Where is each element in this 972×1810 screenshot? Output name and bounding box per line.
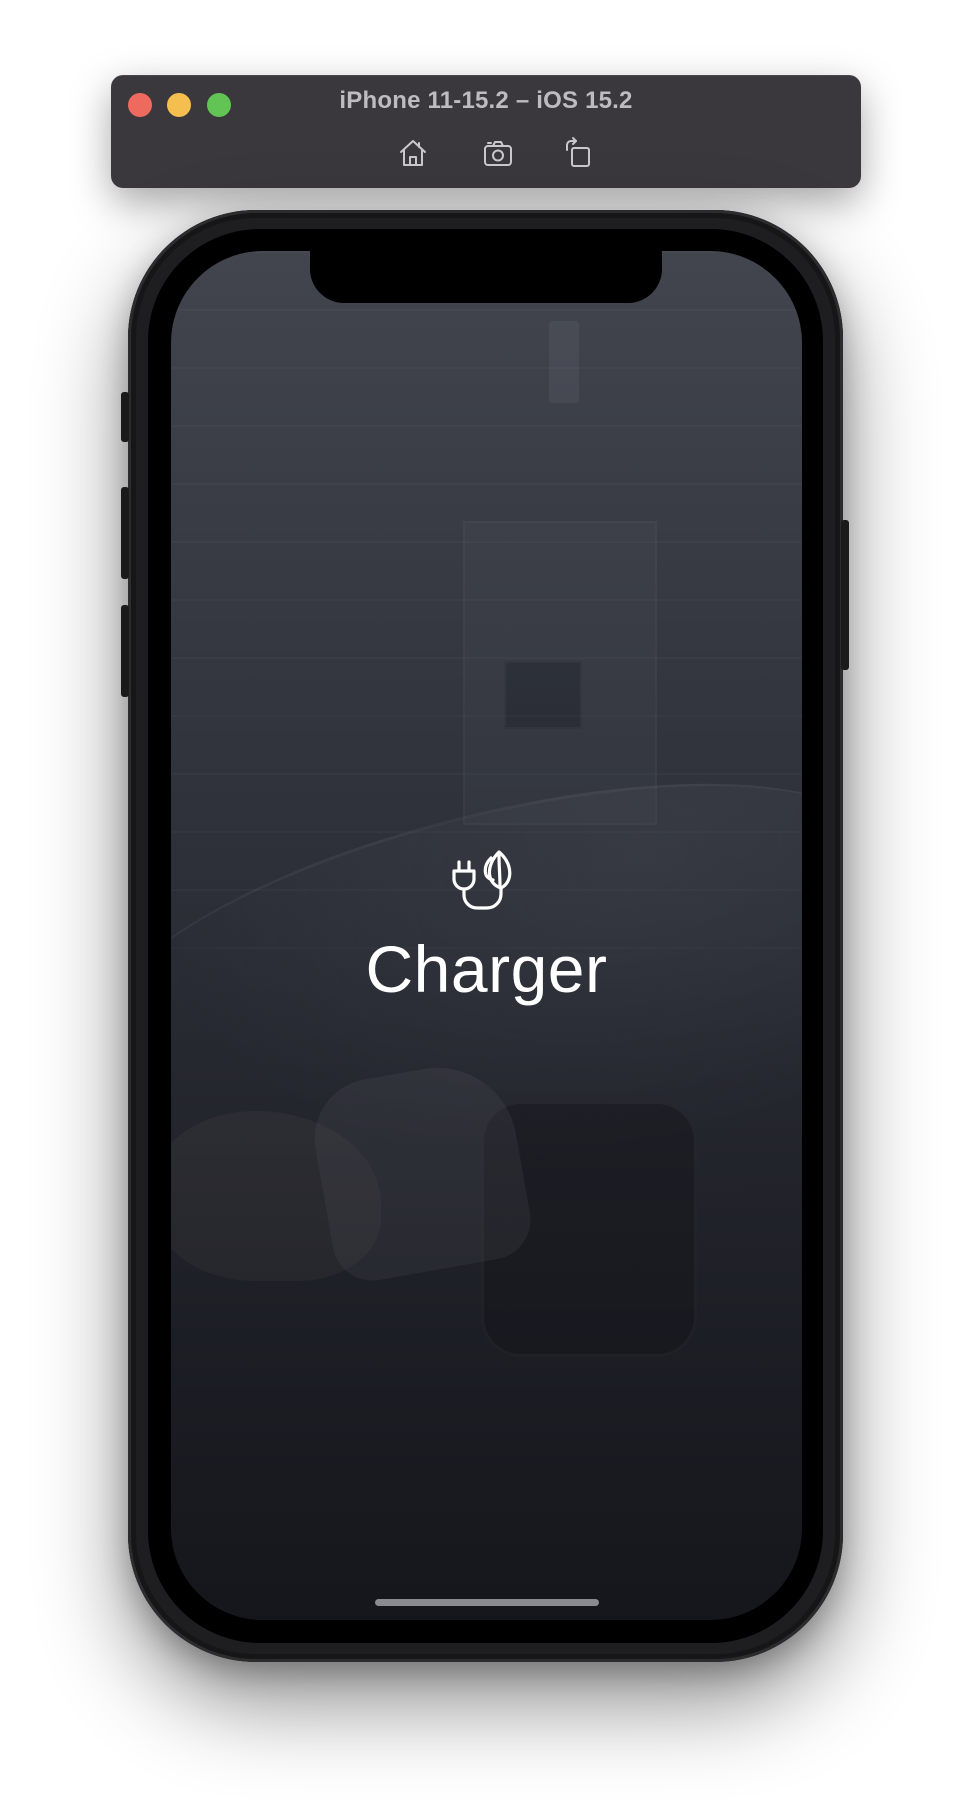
simulator-title: iPhone 11-15.2 – iOS 15.2 — [339, 87, 633, 114]
screenshot-button[interactable] — [480, 135, 518, 171]
home-button[interactable] — [394, 135, 432, 171]
camera-icon — [484, 141, 512, 166]
power-button[interactable] — [841, 520, 849, 670]
plug-leaf-icon — [451, 850, 511, 910]
simulator-stage: iPhone 11-15.2 – iOS 15.2 Charger — [0, 0, 972, 1810]
splash-content: Charger — [171, 840, 802, 1002]
app-title: Charger — [365, 932, 608, 1006]
home-icon — [400, 140, 426, 166]
volume-down-button[interactable] — [121, 605, 129, 697]
rotate-icon — [566, 137, 590, 167]
rotate-button[interactable] — [559, 135, 597, 171]
volume-up-button[interactable] — [121, 487, 129, 579]
mute-switch[interactable] — [121, 392, 129, 442]
home-indicator[interactable] — [375, 1599, 599, 1606]
device-notch — [310, 251, 662, 303]
simulator-toolbar: iPhone 11-15.2 – iOS 15.2 — [111, 75, 861, 188]
